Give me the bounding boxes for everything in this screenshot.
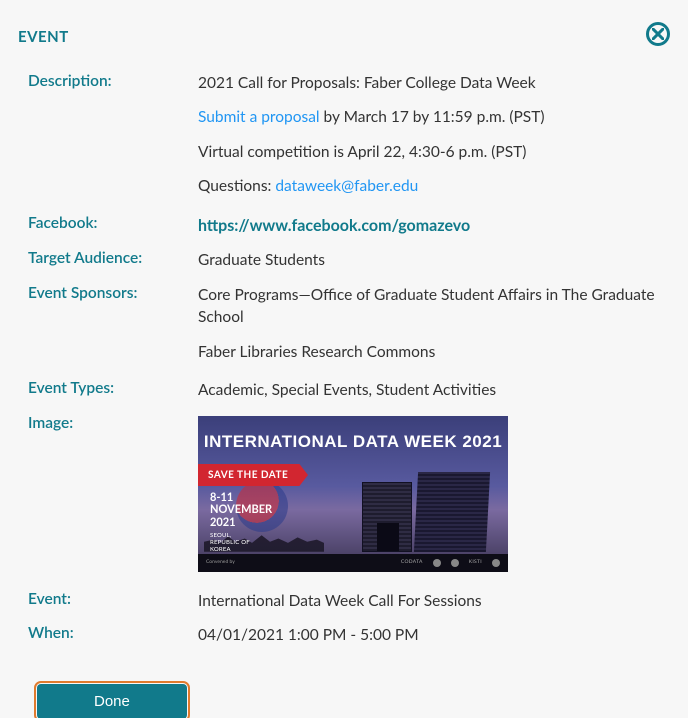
banner-sponsor-logo: KISTI [469,559,482,566]
event-name-value: International Data Week Call For Session… [198,586,670,616]
banner-loc-2: REPUBLIC OF [210,539,250,546]
questions-prefix: Questions: [198,177,275,195]
banner-ribbon: SAVE THE DATE [198,464,308,487]
banner-sponsor-logo [492,559,500,567]
banner-sponsor-logo [433,559,441,567]
event-sponsors-label: Event Sponsors: [18,280,198,306]
when-label: When: [18,620,198,646]
event-types-value: Academic, Special Events, Student Activi… [198,375,670,405]
description-line1: 2021 Call for Proposals: Faber College D… [198,72,666,94]
sponsor-2: Faber Libraries Research Commons [198,341,666,363]
questions-email-link[interactable]: dataweek@faber.edu [275,177,418,195]
banner-title: INTERNATIONAL DATA WEEK 2021 [198,430,508,455]
submit-proposal-link[interactable]: Submit a proposal [198,108,320,126]
event-types-label: Event Types: [18,375,198,401]
event-sponsors-value: Core Programs—Office of Graduate Student… [198,280,670,371]
description-label: Description: [18,68,198,94]
banner-date-year: 2021 [210,517,272,530]
banner-sponsor-text: Convened by [206,559,235,566]
target-audience-value: Graduate Students [198,245,670,275]
facebook-link[interactable]: https://www.facebook.com/gomazevo [198,216,470,235]
submit-deadline-text: by March 17 by 11:59 p.m. (PST) [320,108,545,126]
event-image: INTERNATIONAL DATA WEEK 2021 SAVE THE DA… [198,416,508,572]
banner-building-2 [414,472,490,552]
target-audience-label: Target Audience: [18,245,198,271]
sponsor-1: Core Programs—Office of Graduate Student… [198,284,666,329]
description-value: 2021 Call for Proposals: Faber College D… [198,68,670,206]
banner-sponsor-logo: CODATA [401,559,423,566]
facebook-label: Facebook: [18,210,198,236]
banner-location: SEOUL, REPUBLIC OF KOREA [210,532,250,554]
description-line3: Virtual competition is April 22, 4:30-6 … [198,141,666,163]
banner-date: 8-11 NOVEMBER 2021 [210,492,272,530]
banner-sponsor-logo [451,559,459,567]
when-value: 04/01/2021 1:00 PM - 5:00 PM [198,620,670,650]
dialog-title: EVENT [18,28,69,46]
close-icon [652,28,664,40]
close-button[interactable] [646,22,670,46]
banner-logo-strip: Convened by CODATA KISTI [198,554,508,572]
event-name-label: Event: [18,586,198,612]
image-label: Image: [18,410,198,436]
banner-loc-1: SEOUL, [210,532,250,539]
banner-building-1 [362,482,412,552]
banner-loc-3: KOREA [210,546,250,553]
